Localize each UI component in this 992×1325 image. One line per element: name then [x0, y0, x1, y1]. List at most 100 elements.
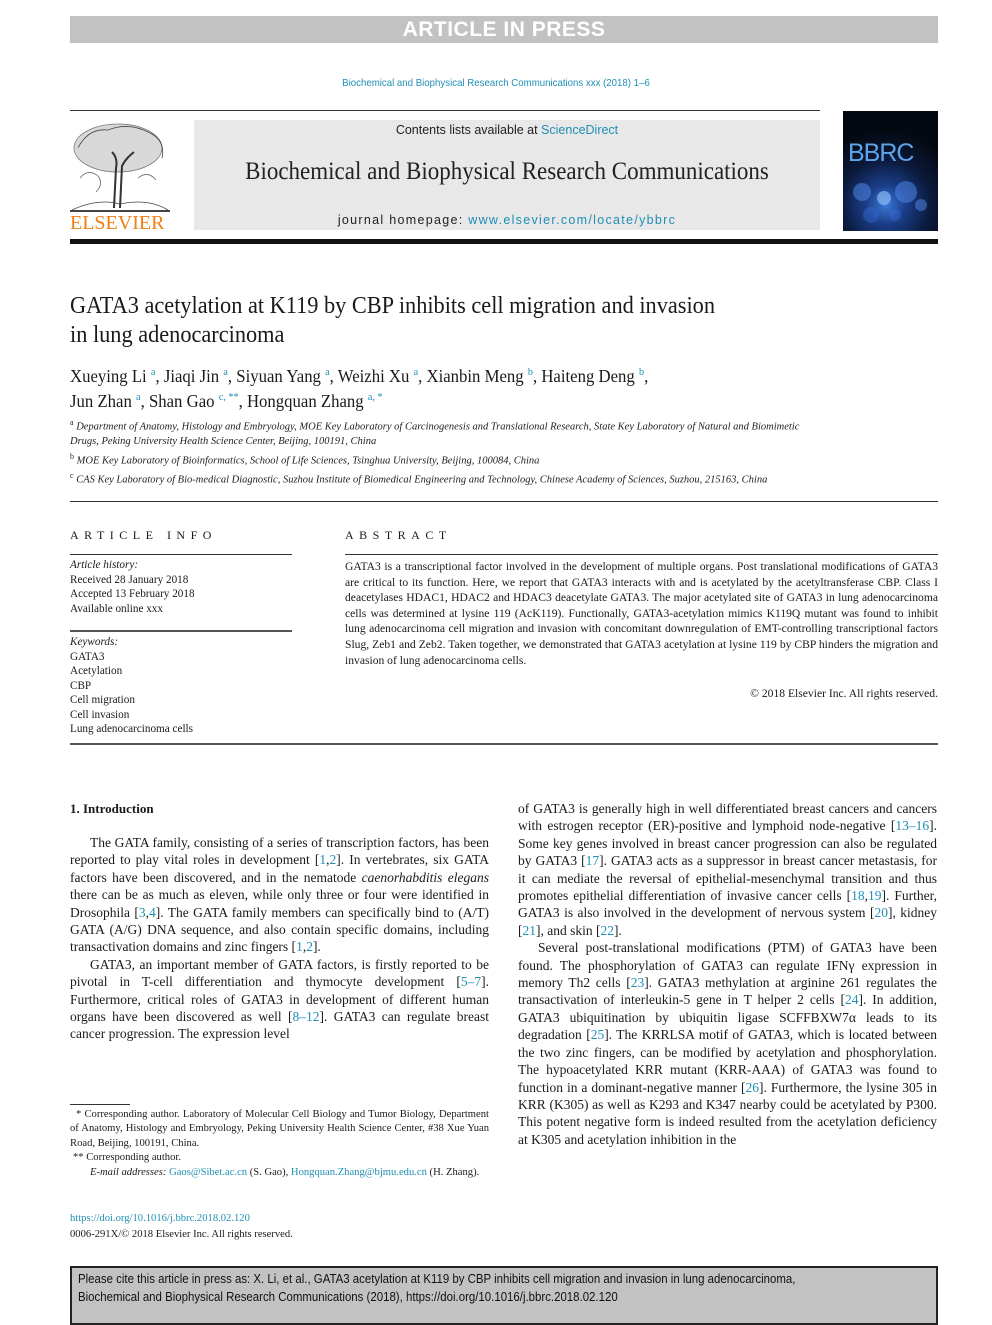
keyword-item: Lung adenocarcinoma cells: [70, 723, 194, 735]
doi-link[interactable]: https://doi.org/10.1016/j.bbrc.2018.02.1…: [70, 1213, 250, 1224]
author-name: Jun Zhan: [70, 391, 132, 411]
corresponding-author-note-2: ** Corresponding author.: [73, 1152, 181, 1164]
affiliation-a: a Department of Anatomy, Histology and E…: [70, 416, 830, 450]
journal-masthead: Contents lists available at ScienceDirec…: [194, 120, 820, 230]
author-list: Xueying Li a, Jiaqi Jin a, Siyuan Yang a…: [70, 362, 833, 412]
footnotes: * Corresponding author. Laboratory of Mo…: [70, 1108, 489, 1180]
citation-box: Please cite this article in press as: X.…: [70, 1266, 938, 1325]
corresponding-author-note: * Corresponding author. Laboratory of Mo…: [70, 1109, 489, 1149]
reference-link[interactable]: 3: [139, 905, 146, 920]
email-addresses: E-mail addresses: Gaos@Sibet.ac.cn (S. G…: [70, 1166, 489, 1180]
author-name: Siyuan Yang: [236, 366, 321, 386]
body-text: ].: [312, 939, 321, 955]
affiliations-divider: [70, 501, 938, 502]
journal-cover-image[interactable]: BBRC: [843, 111, 938, 231]
article-history: Article history: Received 28 January 201…: [70, 558, 195, 616]
sciencedirect-link[interactable]: ScienceDirect: [541, 123, 618, 137]
history-accepted: Accepted 13 February 2018: [70, 588, 195, 600]
reference-link[interactable]: 4: [149, 905, 156, 920]
abstract-divider: [345, 554, 938, 555]
reference-link[interactable]: 20: [874, 905, 888, 920]
author-separator: ,: [644, 366, 649, 386]
affiliation-label: c: [70, 470, 74, 480]
history-online: Available online xxx: [70, 602, 163, 615]
journal-name: Biochemical and Biophysical Research Com…: [245, 158, 769, 185]
affiliation-b: b MOE Key Laboratory of Bioinformatics, …: [70, 450, 830, 469]
citation-text: Please cite this article in press as: X.…: [78, 1270, 816, 1306]
affiliation-label: b: [70, 451, 74, 461]
keyword-item: Acetylation: [70, 665, 123, 677]
body-text: caenorhabditis elegans: [361, 869, 489, 885]
contents-available-line: Contents lists available at ScienceDirec…: [194, 123, 820, 137]
section-heading-introduction: 1. Introduction: [70, 801, 154, 816]
author-separator: ,: [329, 366, 338, 386]
reference-link[interactable]: 22: [601, 923, 615, 938]
reference-link[interactable]: 23: [631, 975, 645, 990]
masthead-bottom-rule: [70, 239, 938, 244]
article-info-divider: [70, 554, 292, 555]
homepage-prefix: journal homepage:: [337, 213, 469, 227]
reference-link[interactable]: 8–12: [292, 1009, 319, 1024]
intro-paragraph: of GATA3 is generally high in well diffe…: [518, 800, 937, 939]
history-label: Article history:: [70, 559, 139, 571]
affiliation-text: CAS Key Laboratory of Bio-medical Diagno…: [76, 474, 768, 485]
body-text: ].: [614, 922, 622, 938]
author-name: Jiaqi Jin: [163, 366, 220, 386]
doi-block: https://doi.org/10.1016/j.bbrc.2018.02.1…: [70, 1211, 293, 1242]
keywords: Keywords: GATA3 Acetylation CBP Cell mig…: [70, 635, 193, 737]
intro-paragraph: Several post-translational modifications…: [518, 939, 937, 1148]
journal-citation-link[interactable]: Biochemical and Biophysical Research Com…: [40, 77, 953, 89]
article-in-press-banner: ARTICLE IN PRESS: [70, 16, 938, 43]
keyword-item: Cell migration: [70, 694, 135, 706]
elsevier-wordmark: ELSEVIER: [70, 212, 165, 234]
citation-line-2[interactable]: Biochemical and Biophysical Research Com…: [78, 1288, 816, 1306]
affiliation-text: Department of Anatomy, Histology and Emb…: [70, 421, 800, 448]
author-name: Xueying Li: [70, 366, 147, 386]
title-line-1: GATA3 acetylation at K119 by CBP inhibit…: [70, 293, 715, 319]
reference-link[interactable]: 18: [851, 888, 865, 903]
cover-bokeh: [853, 183, 871, 201]
author-separator: ,: [155, 366, 164, 386]
reference-link[interactable]: 2: [306, 939, 313, 954]
reference-link[interactable]: 25: [591, 1027, 605, 1042]
affiliation-label: a: [70, 418, 74, 427]
footnote-rule: [70, 1104, 130, 1105]
reference-link[interactable]: 21: [523, 923, 537, 938]
reference-link[interactable]: 17: [586, 853, 600, 868]
email-link-gao[interactable]: Gaos@Sibet.ac.cn: [169, 1167, 247, 1178]
cover-bokeh: [863, 207, 879, 223]
reference-link[interactable]: 24: [845, 992, 859, 1007]
body-text: of GATA3 is generally high in well diffe…: [518, 801, 937, 834]
keyword-item: Cell invasion: [70, 708, 130, 721]
reference-link[interactable]: 19: [868, 888, 882, 903]
email-owner: (S. Gao),: [247, 1166, 291, 1178]
abstract-heading: ABSTRACT: [345, 528, 452, 542]
citation-line-1: Please cite this article in press as: X.…: [78, 1271, 796, 1286]
abstract-body: GATA3 is a transcriptional factor involv…: [345, 560, 938, 667]
masthead-top-rule: [70, 110, 820, 111]
history-received: Received 28 January 2018: [70, 573, 189, 586]
author-affiliation-link[interactable]: a, *: [368, 391, 383, 403]
reference-link[interactable]: 1: [296, 939, 303, 954]
reference-link[interactable]: 5–7: [461, 974, 481, 989]
author-name: Shan Gao: [148, 391, 215, 411]
author-name: Haiteng Deng: [541, 366, 635, 386]
reference-link[interactable]: 26: [745, 1080, 759, 1095]
keywords-label: Keywords:: [70, 636, 119, 648]
contents-prefix: Contents lists available at: [395, 123, 542, 137]
journal-homepage-link[interactable]: www.elsevier.com/locate/ybbrc: [468, 213, 676, 227]
issn-copyright: 0006-291X/© 2018 Elsevier Inc. All right…: [70, 1228, 293, 1240]
body-text: GATA3, an important member of GATA facto…: [70, 956, 489, 990]
article-title: GATA3 acetylation at K119 by CBP inhibit…: [70, 292, 814, 350]
keyword-item: GATA3: [70, 650, 105, 663]
email-link-zhang[interactable]: Hongquan.Zhang@bjmu.edu.cn: [291, 1167, 427, 1178]
reference-link[interactable]: 13–16: [895, 818, 929, 833]
banner-text: ARTICLE IN PRESS: [402, 18, 606, 41]
email-label: E-mail addresses:: [90, 1166, 167, 1178]
affiliations: a Department of Anatomy, Histology and E…: [70, 416, 830, 488]
cover-bokeh: [915, 199, 927, 211]
email-owner: (H. Zhang).: [426, 1166, 480, 1178]
affiliation-text: MOE Key Laboratory of Bioinformatics, Sc…: [76, 455, 540, 466]
author-affiliation-link[interactable]: c, **: [219, 391, 239, 403]
cover-bokeh: [889, 209, 901, 221]
